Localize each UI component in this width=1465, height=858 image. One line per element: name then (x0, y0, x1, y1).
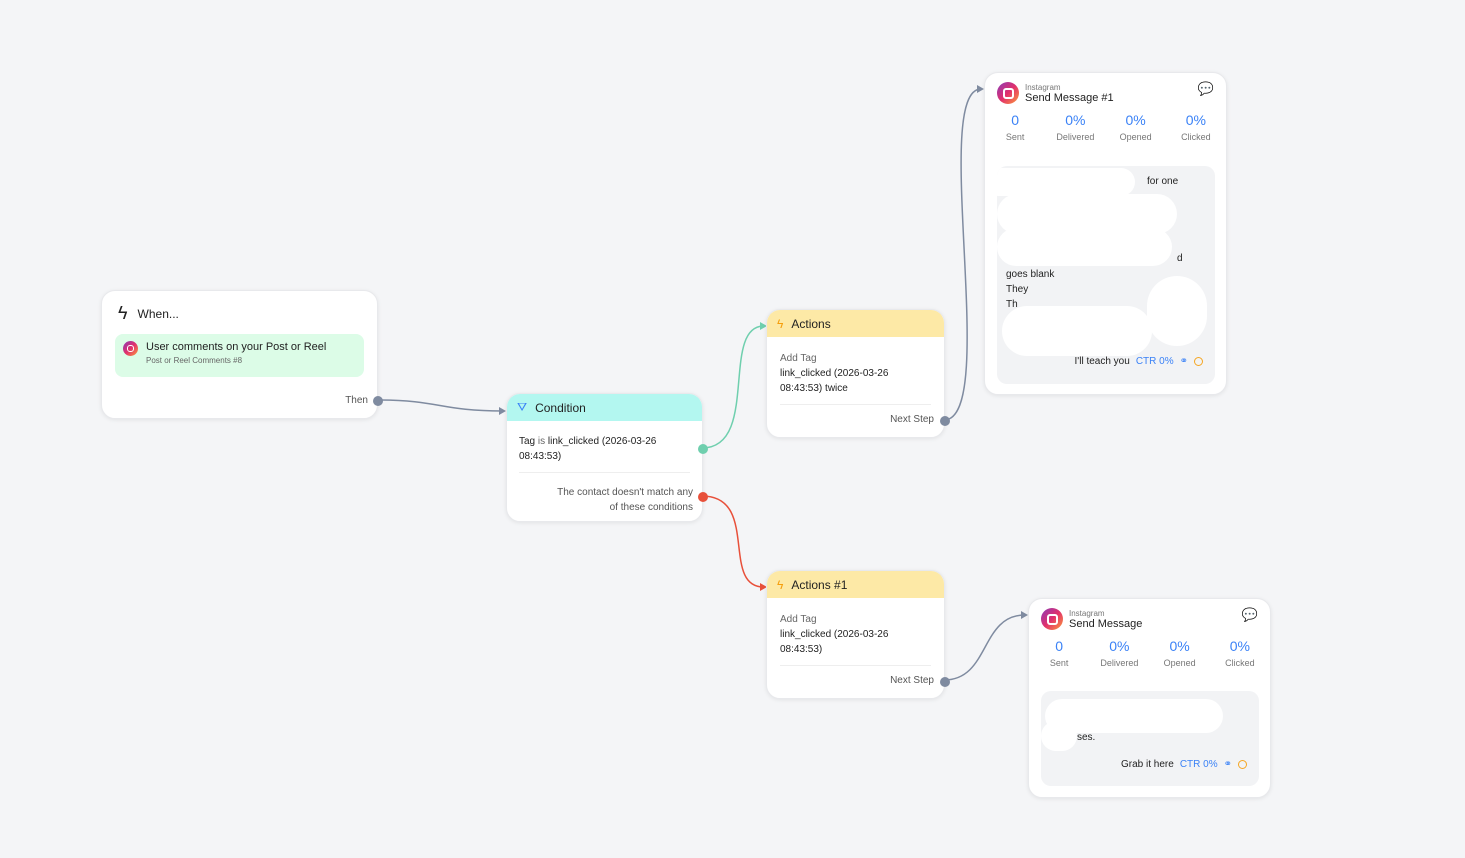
message-button[interactable]: I'll teach you (1075, 356, 1130, 367)
chat-bubble-icon[interactable]: 💬 (1198, 81, 1214, 97)
instagram-icon (997, 82, 1019, 104)
next-step-handle[interactable] (940, 677, 950, 687)
stat-sent: 0 Sent (1005, 112, 1025, 142)
edge-condition-actions (701, 325, 765, 449)
next-step-handle[interactable] (940, 416, 950, 426)
message-preview[interactable]: ses. Grab it here CTR 0% ⚭ (1041, 691, 1259, 786)
action-value: link_clicked (2026-03-26 08:43:53) twice (780, 368, 889, 394)
lightning-icon: ϟ (777, 316, 784, 331)
chat-bubble-icon[interactable]: 💬 (1242, 607, 1258, 623)
then-handle[interactable] (373, 396, 383, 406)
filter-icon: ⛛ (517, 400, 528, 414)
else-handle[interactable] (698, 492, 708, 502)
trigger-event-label: User comments on your Post or Reel (146, 341, 327, 353)
stat-sent: 0 Sent (1049, 638, 1069, 668)
status-circle-icon (1194, 357, 1203, 366)
node-title: Send Message #1 (1025, 91, 1114, 104)
stat-delivered: 0% Delivered (1056, 112, 1095, 142)
link-icon: ⚭ (1179, 356, 1188, 367)
ctr-label: CTR 0% (1135, 356, 1174, 367)
channel-label: Instagram (1069, 608, 1105, 618)
edge-trigger-condition (377, 399, 504, 412)
edge-actions-send1 (943, 88, 982, 421)
status-circle-icon (1238, 760, 1247, 769)
edge-actions1-send2 (943, 614, 1026, 681)
lightning-icon: ϟ (118, 303, 128, 323)
action-value: link_clicked (2026-03-26 08:43:53) (780, 629, 889, 655)
channel-label: Instagram (1025, 82, 1061, 92)
next-step-label: Next Step (890, 414, 934, 425)
trigger-event-sub: Post or Reel Comments #8 (146, 356, 243, 365)
stat-clicked: 0% Clicked (1225, 638, 1255, 668)
action-label: Add Tag (780, 614, 817, 625)
stat-opened: 0% Opened (1163, 638, 1196, 668)
ctr-label: CTR 0% (1179, 759, 1218, 770)
action-label: Add Tag (780, 353, 817, 364)
rule-operator: is (537, 436, 546, 447)
instagram-icon (123, 341, 138, 356)
next-step-label: Next Step (890, 675, 934, 686)
then-label: Then (345, 395, 368, 406)
trigger-event[interactable]: User comments on your Post or Reel Post … (115, 334, 364, 377)
node-title: Send Message (1069, 617, 1143, 630)
actions1-node[interactable]: ϟ Actions #1 Add Tag link_clicked (2026-0… (766, 570, 950, 699)
lightning-icon: ϟ (777, 577, 784, 592)
arrow-icon (499, 407, 506, 415)
arrow-icon (1021, 611, 1028, 619)
actions-node[interactable]: ϟ Actions Add Tag link_clicked (2026-03-2… (766, 309, 950, 438)
instagram-icon (1041, 608, 1063, 630)
send-message-node[interactable]: Instagram Send Message 💬 0 Sent 0% Delivere… (1028, 598, 1271, 798)
condition-title: Condition (535, 400, 586, 415)
actions-title: Actions (791, 316, 831, 331)
rule-field: Tag (519, 436, 536, 447)
edge-condition-actions1 (701, 495, 765, 588)
trigger-title: When... (137, 306, 179, 321)
stat-clicked: 0% Clicked (1181, 112, 1211, 142)
arrow-icon (977, 85, 984, 93)
message-button[interactable]: Grab it here (1121, 759, 1174, 770)
condition-node[interactable]: ⛛ Condition Tag is link_clicked (2026-03-… (506, 393, 708, 522)
send-message-1-node[interactable]: Instagram Send Message #1 💬 0 Sent 0% Deliv… (984, 72, 1227, 395)
stat-delivered: 0% Delivered (1100, 638, 1139, 668)
stat-opened: 0% Opened (1119, 112, 1152, 142)
message-preview[interactable]: for one d goes blank They Th d atte I'll… (997, 166, 1215, 384)
else-label: The contact doesn't match any of these c… (557, 487, 693, 513)
link-icon: ⚭ (1223, 759, 1232, 770)
actions1-title: Actions #1 (791, 577, 848, 592)
match-handle[interactable] (698, 444, 708, 454)
trigger-node[interactable]: ϟ When... User comments on your Post or … (101, 290, 383, 419)
